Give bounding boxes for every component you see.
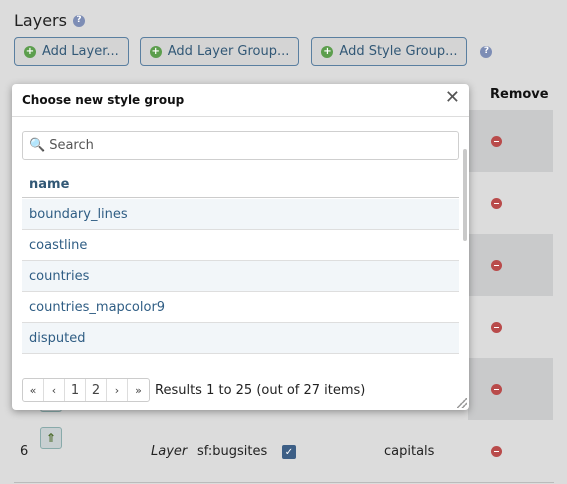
pagination-controls: « ‹ 1 2 › »	[22, 378, 150, 402]
scrollbar[interactable]	[463, 149, 467, 241]
plus-icon: +	[321, 45, 334, 58]
pagination: « ‹ 1 2 › » Results 1 to 25 (out of 27 i…	[22, 378, 365, 402]
table-row: 6 ⇑ Layer sf:bugsites ✓ capitals	[0, 420, 553, 482]
list-item[interactable]: countries_mapcolor9	[22, 292, 459, 323]
style-group-dialog: Choose new style group ✕ 🔍 Search name b…	[12, 84, 469, 410]
move-up-button[interactable]: ⇑	[40, 427, 62, 449]
last-page-button[interactable]: »	[128, 379, 149, 401]
style-group-list: boundary_lines coastline countries count…	[22, 199, 459, 356]
search-placeholder: Search	[49, 138, 94, 153]
dialog-header: Choose new style group ✕	[12, 84, 469, 116]
table-row-background	[468, 358, 553, 420]
add-layer-group-label: Add Layer Group...	[167, 44, 290, 59]
page-1-button[interactable]: 1	[65, 379, 86, 401]
add-style-group-label: Add Style Group...	[339, 44, 458, 59]
help-icon[interactable]: ?	[72, 14, 85, 27]
remove-icon[interactable]	[491, 384, 502, 395]
remove-icon[interactable]	[491, 260, 502, 271]
row-style: capitals	[384, 444, 435, 459]
table-row-background	[468, 296, 553, 358]
results-summary: Results 1 to 25 (out of 27 items)	[155, 382, 366, 398]
search-input[interactable]: 🔍 Search	[22, 131, 459, 160]
name-column-header[interactable]: name	[22, 174, 459, 198]
dialog-title: Choose new style group	[22, 93, 185, 107]
remove-icon[interactable]	[491, 198, 502, 209]
panel-header: Layers ?	[14, 11, 85, 30]
table-row-background	[468, 110, 553, 172]
list-item[interactable]: boundary_lines	[22, 199, 459, 230]
remove-column-header: Remove	[490, 87, 549, 102]
table-row-background	[468, 234, 553, 296]
close-icon[interactable]: ✕	[445, 89, 460, 107]
divider	[14, 482, 554, 483]
first-page-button[interactable]: «	[23, 379, 44, 401]
table-row-background	[468, 172, 553, 234]
list-item[interactable]: disputed	[22, 323, 459, 354]
panel-title: Layers	[14, 11, 67, 30]
next-page-button[interactable]: ›	[107, 379, 128, 401]
toolbar: + Add Layer... + Add Layer Group... + Ad…	[14, 37, 493, 66]
row-index: 6	[20, 444, 29, 459]
add-layer-group-button[interactable]: + Add Layer Group...	[139, 37, 300, 66]
add-layer-label: Add Layer...	[42, 44, 119, 59]
list-item[interactable]: populated_places	[22, 354, 459, 356]
remove-icon[interactable]	[491, 446, 502, 457]
remove-icon[interactable]	[491, 136, 502, 147]
resize-handle[interactable]	[457, 398, 467, 408]
list-item[interactable]: countries	[22, 261, 459, 292]
search-icon: 🔍	[29, 138, 46, 153]
plus-icon: +	[149, 45, 162, 58]
dialog-body: 🔍 Search name boundary_lines coastline c…	[12, 116, 469, 410]
visible-checkbox[interactable]: ✓	[282, 445, 296, 459]
row-type: Layer	[151, 444, 188, 459]
row-layer-name: sf:bugsites	[197, 444, 268, 459]
plus-icon: +	[24, 45, 36, 58]
page-2-button[interactable]: 2	[86, 379, 107, 401]
list-item[interactable]: coastline	[22, 230, 459, 261]
add-layer-button[interactable]: + Add Layer...	[14, 37, 129, 66]
prev-page-button[interactable]: ‹	[44, 379, 65, 401]
remove-icon[interactable]	[491, 322, 502, 333]
help-icon[interactable]: ?	[480, 45, 493, 58]
add-style-group-button[interactable]: + Add Style Group...	[311, 37, 468, 66]
